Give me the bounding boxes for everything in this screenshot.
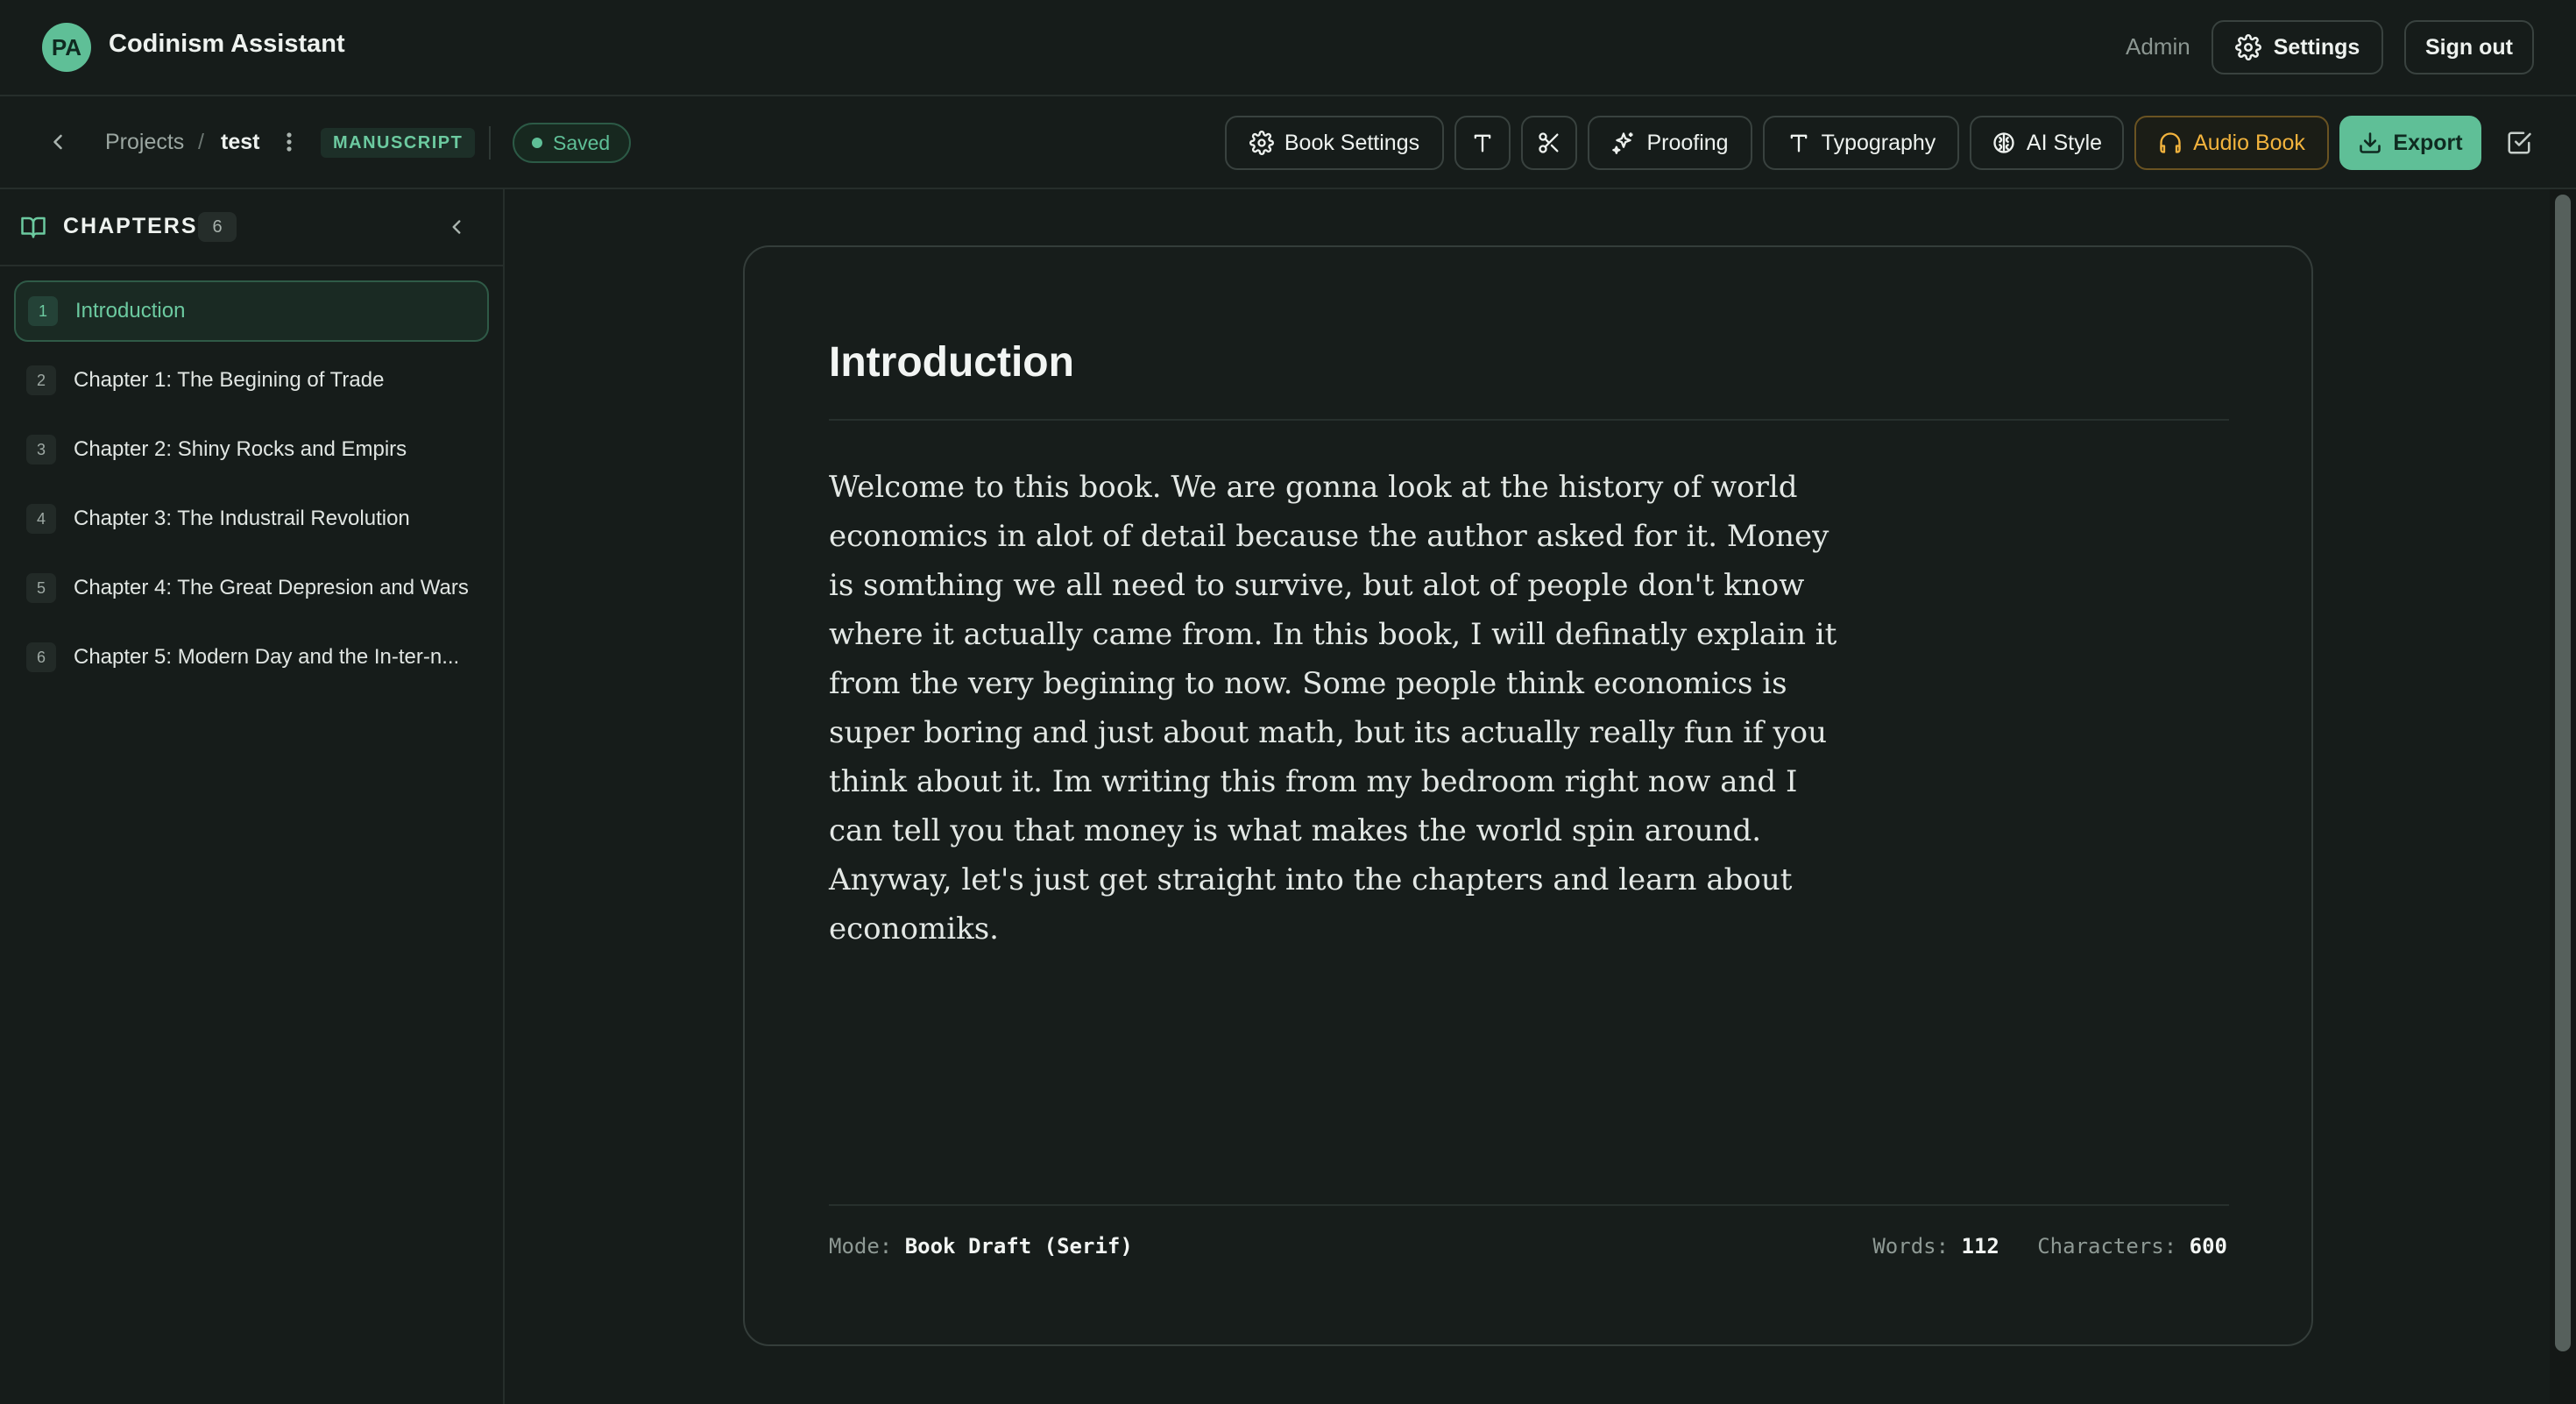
characters-count: 600 — [2189, 1234, 2227, 1259]
book-settings-label: Book Settings — [1284, 130, 1420, 155]
sidebar-title: CHAPTERS — [63, 214, 198, 238]
chapter-label: Chapter 5: Modern Day and the In-ter-n..… — [74, 645, 460, 669]
save-status-badge: Saved — [513, 123, 632, 163]
scrollbar[interactable] — [2550, 189, 2576, 1404]
export-button[interactable]: Export — [2339, 116, 2481, 170]
app-title: Codinism Assistant — [109, 30, 345, 58]
chapter-label: Chapter 4: The Great Depresion and Wars — [74, 576, 469, 599]
document-card: Introduction Welcome to this book. We ar… — [743, 245, 2313, 1346]
chapters-sidebar: CHAPTERS 6 1 Introduction 2 Chapter 1: T… — [0, 189, 505, 1404]
chapter-item[interactable]: 1 Introduction — [14, 280, 489, 342]
book-settings-button[interactable]: Book Settings — [1225, 116, 1444, 170]
download-icon — [2358, 131, 2382, 155]
sidebar-header: CHAPTERS 6 — [0, 189, 503, 266]
sign-out-label: Sign out — [2425, 34, 2513, 60]
chapter-item[interactable]: 2 Chapter 1: The Begining of Trade — [14, 350, 489, 411]
text-format-button[interactable] — [1454, 116, 1511, 170]
scrollbar-thumb[interactable] — [2555, 195, 2571, 1351]
top-bar: PA Codinism Assistant Admin Settings Sig… — [0, 0, 2576, 96]
mode-value: Book Draft (Serif) — [904, 1234, 1133, 1259]
status-dot-icon — [532, 138, 542, 148]
characters-label: Characters: — [2037, 1234, 2177, 1259]
settings-button[interactable]: Settings — [2212, 20, 2383, 74]
chapter-number: 6 — [26, 642, 56, 672]
scissors-icon — [1537, 131, 1561, 155]
text-icon — [1787, 131, 1811, 155]
document-title[interactable]: Introduction — [829, 338, 1074, 386]
avatar[interactable]: PA — [42, 23, 91, 72]
book-open-icon — [19, 214, 47, 240]
ai-style-button[interactable]: AI Style — [1970, 116, 2124, 170]
document-stats: Words: 112 Characters: 600 — [1872, 1234, 2227, 1259]
check-square-icon[interactable] — [2506, 130, 2532, 156]
back-chevron-icon[interactable] — [46, 130, 70, 154]
chapter-label: Chapter 3: The Industrail Revolution — [74, 507, 410, 530]
brain-icon — [1992, 131, 2016, 155]
chapter-item[interactable]: 4 Chapter 3: The Industrail Revolution — [14, 488, 489, 550]
export-label: Export — [2393, 130, 2463, 155]
words-label: Words: — [1872, 1234, 1950, 1259]
mode-badge: MANUSCRIPT — [321, 128, 476, 158]
chapter-number: 3 — [26, 435, 56, 464]
role-label: Admin — [2126, 33, 2190, 60]
gear-icon — [2234, 34, 2261, 60]
chapter-count-badge: 6 — [198, 212, 237, 242]
chapter-item[interactable]: 3 Chapter 2: Shiny Rocks and Empirs — [14, 419, 489, 480]
audio-book-label: Audio Book — [2193, 130, 2305, 155]
words-count: 112 — [1961, 1234, 1999, 1259]
editor-area: Introduction Welcome to this book. We ar… — [505, 189, 2550, 1404]
title-divider — [829, 419, 2229, 421]
gear-icon — [1249, 131, 1274, 155]
sign-out-button[interactable]: Sign out — [2404, 20, 2534, 74]
sparkles-icon — [1611, 131, 1636, 155]
chapter-item[interactable]: 5 Chapter 4: The Great Depresion and War… — [14, 557, 489, 619]
collapse-sidebar-icon[interactable] — [445, 216, 468, 238]
editor-toolbar: Projects / test MANUSCRIPT Saved Book Se… — [0, 96, 2576, 189]
chapter-item[interactable]: 6 Chapter 5: Modern Day and the In-ter-n… — [14, 627, 489, 688]
chapter-number: 1 — [28, 296, 58, 326]
mode-indicator: Mode: Book Draft (Serif) — [829, 1234, 1133, 1259]
breadcrumb-projects[interactable]: Projects — [105, 130, 184, 155]
breadcrumb-separator: / — [198, 130, 204, 154]
document-body[interactable]: Welcome to this book. We are gonna look … — [829, 463, 1845, 954]
typography-button[interactable]: Typography — [1763, 116, 1959, 170]
chapter-number: 4 — [26, 504, 56, 534]
mode-label: Mode: — [829, 1234, 893, 1259]
cut-button[interactable] — [1521, 116, 1577, 170]
more-vertical-icon[interactable] — [282, 128, 296, 156]
footer-divider — [829, 1204, 2229, 1206]
ai-style-label: AI Style — [2026, 130, 2103, 155]
text-icon — [1470, 131, 1495, 155]
save-status-label: Saved — [553, 131, 611, 154]
typography-label: Typography — [1821, 130, 1936, 155]
chapter-number: 5 — [26, 573, 56, 603]
chapter-label: Introduction — [75, 299, 186, 323]
headphones-icon — [2158, 131, 2183, 155]
audio-book-button[interactable]: Audio Book — [2134, 116, 2329, 170]
toolbar-divider — [489, 126, 491, 160]
settings-label: Settings — [2273, 34, 2360, 60]
chapter-label: Chapter 1: The Begining of Trade — [74, 368, 385, 392]
chapter-number: 2 — [26, 365, 56, 395]
proofing-label: Proofing — [1646, 130, 1729, 155]
breadcrumb-current: test — [221, 130, 260, 154]
chapter-label: Chapter 2: Shiny Rocks and Empirs — [74, 437, 407, 461]
proofing-button[interactable]: Proofing — [1588, 116, 1752, 170]
